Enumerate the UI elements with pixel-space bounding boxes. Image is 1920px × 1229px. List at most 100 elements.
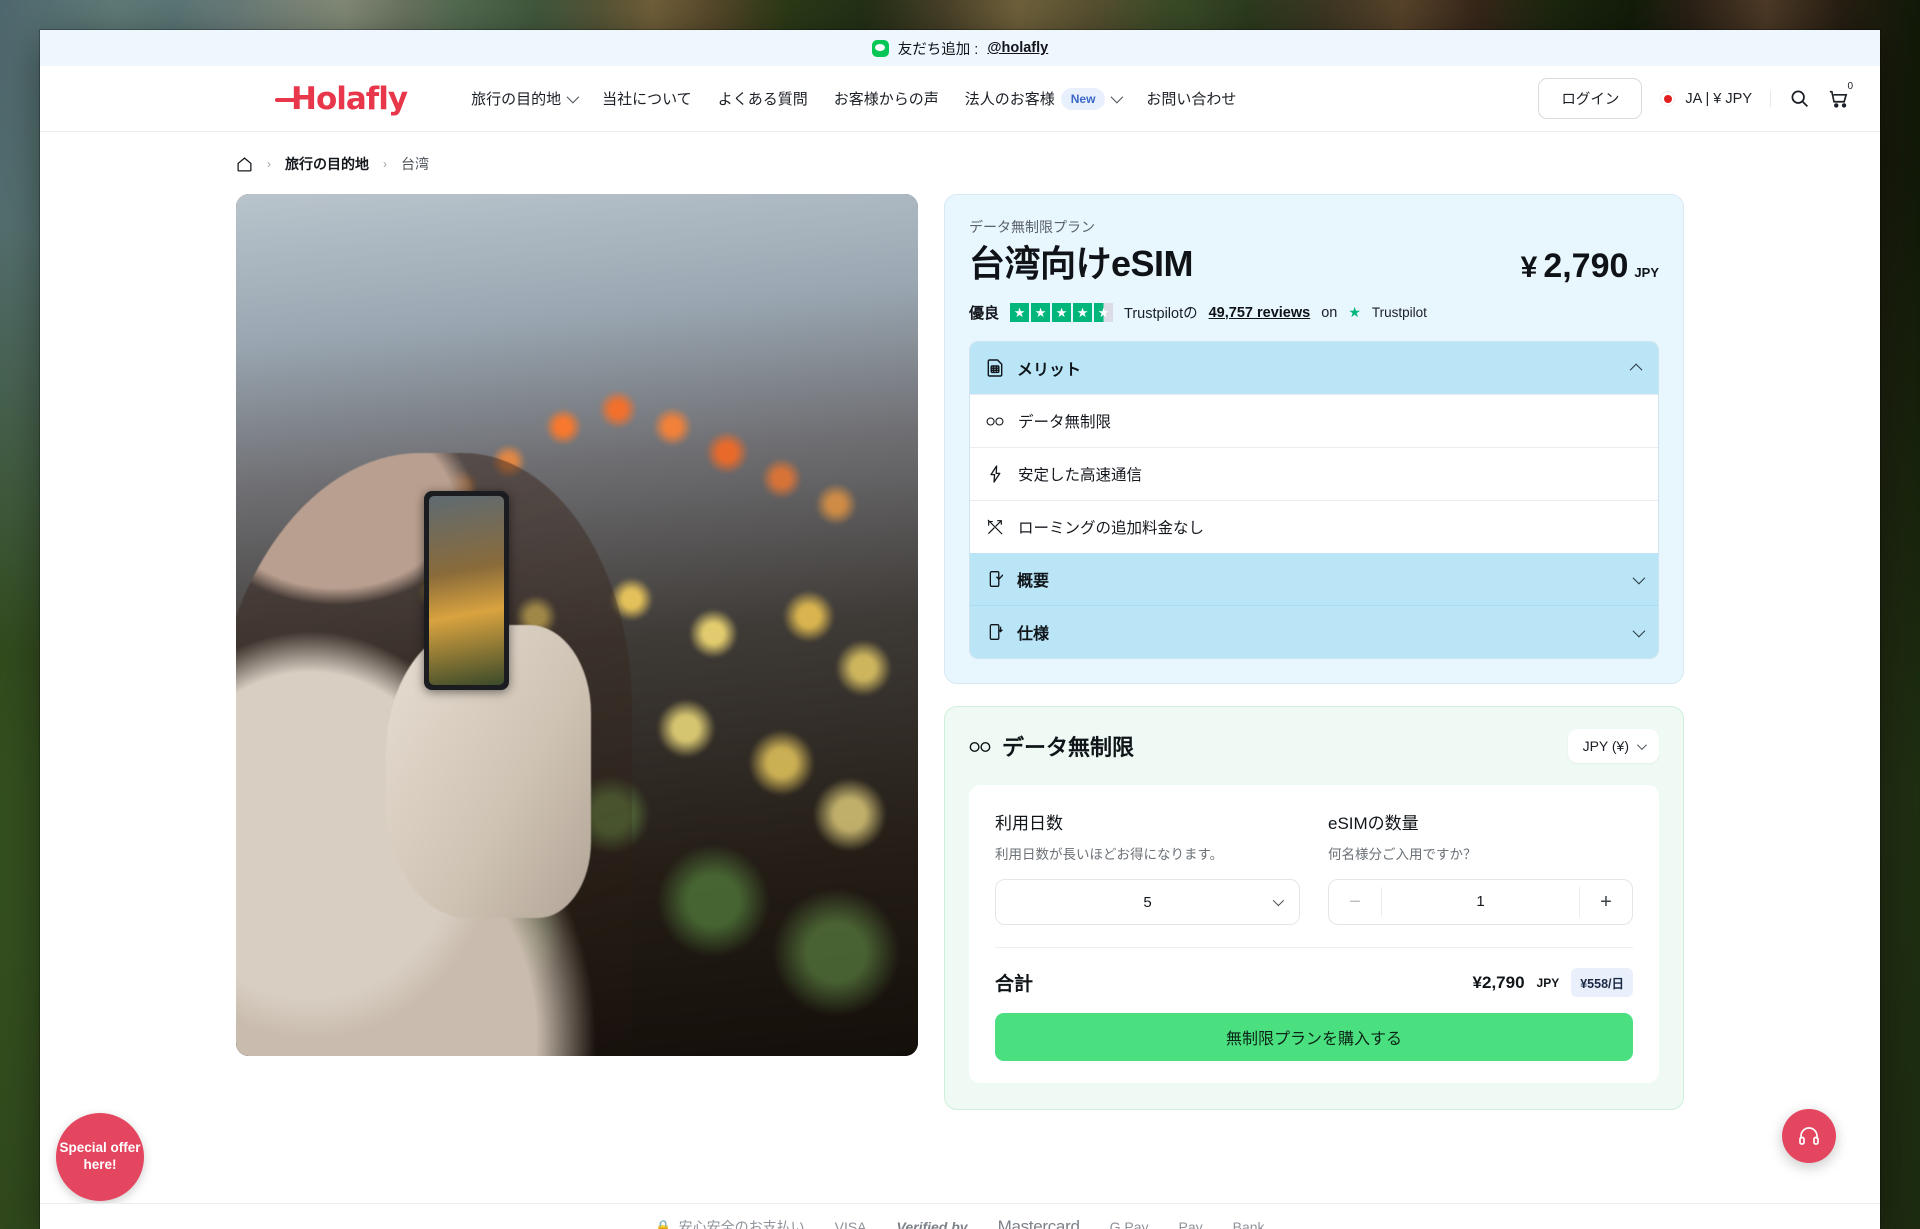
infinity-icon	[969, 733, 991, 759]
title-price-row: 台湾向けeSIM ¥ 2,790 JPY	[969, 243, 1659, 286]
product-price: ¥ 2,790 JPY	[1521, 243, 1659, 286]
payment-google-pay: G Pay	[1109, 1218, 1149, 1229]
locale-selector[interactable]: JA | ¥ JPY	[1660, 90, 1771, 107]
price-value: 2,790	[1543, 247, 1629, 285]
breadcrumb-separator: ›	[267, 157, 271, 171]
breadcrumb-item-taiwan: 台湾	[401, 156, 429, 172]
quantity-decrement-button[interactable]: −	[1329, 891, 1381, 914]
quantity-label: eSIMの数量	[1328, 814, 1419, 833]
total-value: ¥2,790	[1472, 972, 1525, 992]
accordion-header-overview[interactable]: 概要	[970, 553, 1658, 605]
bolt-icon	[986, 465, 1004, 483]
currency-select-value: JPY (¥)	[1582, 738, 1629, 754]
login-button[interactable]: ログイン	[1538, 78, 1643, 119]
currency-select[interactable]: JPY (¥)	[1567, 729, 1659, 763]
trustpilot-rating: 優良 ★ ★ ★ ★ ★ Trustpilotの 49,757 reviews …	[969, 302, 1659, 323]
payment-verified-by-visa: Verified by	[896, 1218, 968, 1229]
nav-label: 旅行の目的地	[471, 91, 562, 108]
plan-info-card: データ無制限プラン 台湾向けeSIM ¥ 2,790 JPY 優良 ★ ★ ★	[944, 194, 1684, 684]
support-chat-button[interactable]	[1782, 1109, 1836, 1163]
search-button[interactable]	[1789, 88, 1810, 109]
chevron-down-icon	[566, 90, 580, 104]
reviews-link[interactable]: 49,757 reviews	[1209, 305, 1311, 321]
nav-item-destinations[interactable]: 旅行の目的地	[471, 88, 580, 109]
quantity-stepper: − 1 +	[1328, 879, 1633, 925]
days-label: 利用日数	[995, 814, 1063, 833]
star-icon: ★	[1031, 303, 1051, 322]
purchase-card-header: データ無制限 JPY (¥)	[969, 729, 1659, 763]
special-offer-label: Special offer here!	[59, 1140, 141, 1172]
quantity-hint: 何名様分ご入用ですか？	[1328, 847, 1477, 862]
chevron-down-icon	[1272, 894, 1285, 907]
promo-handle-link[interactable]: @holafly	[987, 40, 1048, 56]
quantity-field: eSIMの数量 何名様分ご入用ですか？ − 1 +	[1328, 809, 1633, 925]
price-symbol: ¥	[1520, 251, 1538, 284]
per-day-badge: ¥558/日	[1571, 968, 1633, 997]
holafly-logo[interactable]: Holafly	[275, 81, 408, 117]
page-title: 台湾向けeSIM	[969, 243, 1194, 284]
product-accordion: メリット データ無制限 安定した高速通信 ローミングの追加料金なし 概要 仕様	[969, 341, 1659, 659]
total-currency: JPY	[1536, 975, 1560, 990]
main-nav: 旅行の目的地 当社について よくある質問 お客様からの声 法人のお客様 New …	[471, 87, 1236, 110]
breadcrumb-separator: ›	[383, 157, 387, 171]
nav-item-testimonials[interactable]: お客様からの声	[834, 88, 939, 109]
quantity-increment-button[interactable]: +	[1580, 891, 1632, 914]
line-promo-bar[interactable]: 友だち追加 : @holafly	[40, 30, 1880, 66]
benefit-label: データ無制限	[1018, 414, 1112, 431]
breadcrumb: › 旅行の目的地 › 台湾	[40, 132, 1880, 174]
breadcrumb-item-destinations[interactable]: 旅行の目的地	[285, 154, 369, 174]
purchase-fields: 利用日数 利用日数が長いほどお得になります。 5 eSIMの数量 何名様分ご入用…	[995, 809, 1633, 925]
japan-flag-icon	[1660, 91, 1676, 106]
lock-icon: 🔒	[655, 1218, 672, 1229]
line-chat-icon	[871, 39, 889, 57]
benefit-label: 安定した高速通信	[1018, 467, 1143, 484]
chevron-down-icon	[1110, 90, 1124, 104]
secure-payment-text: 安心安全のお支払い	[678, 1218, 805, 1229]
device-download-icon	[986, 623, 1004, 641]
days-select[interactable]: 5	[995, 879, 1300, 925]
home-icon[interactable]	[236, 156, 253, 173]
nav-item-faq[interactable]: よくある質問	[718, 88, 808, 109]
payment-visa: VISA	[834, 1218, 867, 1229]
trustpilot-star-icon: ★	[1348, 304, 1361, 320]
headset-support-icon	[1799, 1127, 1819, 1145]
locale-label: JA | ¥ JPY	[1685, 90, 1752, 107]
cart-count-badge: 0	[1847, 80, 1853, 92]
days-hint: 利用日数が長いほどお得になります。	[995, 847, 1224, 862]
infinity-icon	[986, 416, 1004, 427]
nav-label: お問い合わせ	[1146, 91, 1237, 108]
product-hero-image	[236, 194, 918, 1056]
total-label: 合計	[995, 974, 1034, 995]
nav-item-contact[interactable]: お問い合わせ	[1146, 88, 1236, 109]
nav-label: 当社について	[602, 91, 692, 108]
rating-stars: ★ ★ ★ ★ ★	[1010, 303, 1114, 322]
product-main: データ無制限プラン 台湾向けeSIM ¥ 2,790 JPY 優良 ★ ★ ★	[40, 174, 1880, 1110]
accordion-label: 仕様	[1017, 626, 1050, 643]
nav-item-business[interactable]: 法人のお客様 New	[964, 87, 1124, 110]
chevron-down-icon	[1632, 624, 1646, 637]
special-offer-badge[interactable]: Special offer here!	[56, 1113, 144, 1201]
accordion-label: メリット	[1017, 362, 1082, 379]
payment-mastercard: Mastercard	[997, 1216, 1080, 1229]
nav-label: よくある質問	[717, 91, 808, 108]
accordion-header-specs[interactable]: 仕様	[970, 605, 1658, 658]
cart-button[interactable]: 0	[1828, 81, 1853, 110]
product-right-column: データ無制限プラン 台湾向けeSIM ¥ 2,790 JPY 優良 ★ ★ ★	[944, 194, 1684, 1110]
no-roaming-icon	[986, 518, 1004, 536]
site-header: Holafly 旅行の目的地 当社について よくある質問 お客様からの声 法人の…	[40, 66, 1880, 132]
secure-payment-label: 🔒 安心安全のお支払い	[655, 1217, 804, 1229]
quantity-value[interactable]: 1	[1381, 887, 1580, 917]
rating-on: on	[1321, 304, 1338, 321]
accordion-label: 概要	[1017, 573, 1050, 590]
payment-apple-pay: Pay	[1178, 1218, 1203, 1229]
buy-unlimited-plan-button[interactable]: 無制限プランを購入する	[995, 1013, 1633, 1061]
payment-methods-strip: 🔒 安心安全のお支払い VISA Verified by Mastercard …	[40, 1203, 1880, 1229]
star-icon: ★	[1073, 303, 1093, 322]
accordion-header-benefits[interactable]: メリット	[970, 342, 1658, 394]
chevron-down-icon	[1632, 571, 1646, 584]
benefit-row-unlimited: データ無制限	[970, 394, 1658, 447]
nav-label: 法人のお客様	[964, 91, 1055, 108]
star-icon: ★	[1052, 303, 1072, 322]
nav-item-about[interactable]: 当社について	[602, 88, 692, 109]
days-field: 利用日数 利用日数が長いほどお得になります。 5	[995, 809, 1300, 925]
